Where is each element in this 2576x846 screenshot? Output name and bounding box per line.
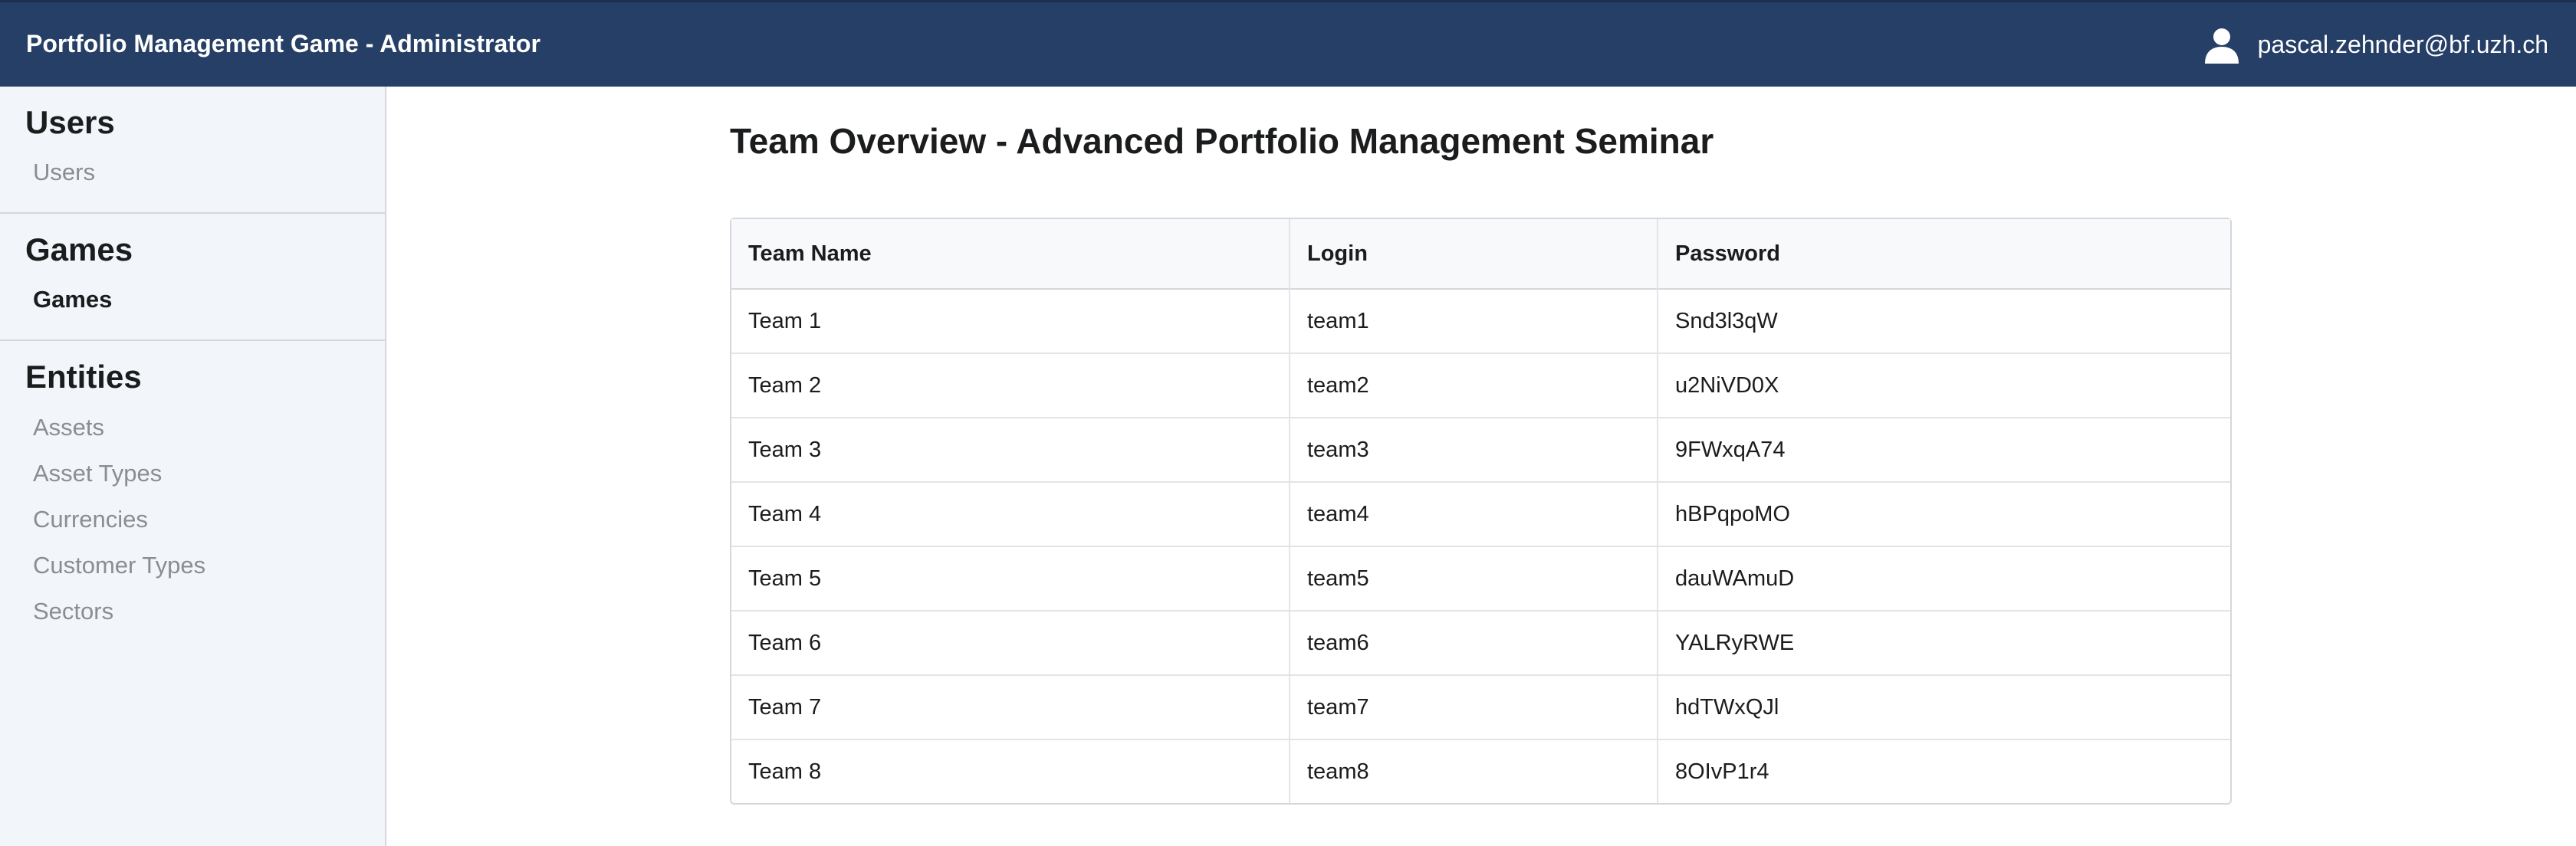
sidebar-heading: Users — [25, 104, 115, 140]
sidebar-heading: Games — [25, 231, 133, 268]
login-cell: team2 — [1290, 354, 1658, 418]
page-title: Team Overview - Advanced Portfolio Manag… — [730, 121, 1714, 161]
login-cell: team1 — [1290, 290, 1658, 354]
table-row: Team 6 team6 YALRyRWE — [731, 612, 2230, 676]
team-name-cell: Team 7 — [731, 676, 1290, 740]
sidebar-item-assets[interactable]: Assets — [0, 405, 385, 451]
team-name-cell: Team 3 — [731, 418, 1290, 483]
password-cell: YALRyRWE — [1658, 612, 2230, 676]
table-row: Team 2 team2 u2NiVD0X — [731, 354, 2230, 418]
team-name-cell: Team 6 — [731, 612, 1290, 676]
table-row: Team 3 team3 9FWxqA74 — [731, 418, 2230, 483]
team-name-cell: Team 8 — [731, 740, 1290, 803]
team-name-cell: Team 1 — [731, 290, 1290, 354]
password-cell: 8OIvP1r4 — [1675, 759, 1769, 784]
team-name-cell: Team 5 — [731, 547, 1290, 612]
sidebar-item-customer-types[interactable]: Customer Types — [0, 543, 385, 589]
user-menu[interactable]: pascal.zehnder@bf.uzh.ch — [2203, 25, 2548, 64]
team-table: Team Name Login Password Team 1 team1 Sn… — [730, 218, 2232, 805]
table-row: Team 4 team4 hBPqpoMO — [731, 483, 2230, 547]
table-row: Team 5 team5 dauWAmuD — [731, 547, 2230, 612]
team-name-cell: Team 2 — [731, 354, 1290, 418]
top-navbar: Portfolio Management Game - Administrato… — [0, 0, 2576, 87]
user-icon — [2204, 28, 2239, 64]
main-content: Team Overview - Advanced Portfolio Manag… — [386, 87, 2576, 846]
table-row: Team 1 team1 Snd3l3qW — [731, 290, 2230, 354]
table-row: Team 7 team7 hdTWxQJl — [731, 676, 2230, 740]
sidebar: Users Users Games Games Entities Assets … — [0, 87, 386, 846]
sidebar-section-games: Games Games — [0, 214, 385, 342]
sidebar-item-users[interactable]: Users — [0, 149, 385, 195]
login-cell: team7 — [1290, 676, 1658, 740]
password-cell: u2NiVD0X — [1658, 354, 2230, 418]
sidebar-item-asset-types[interactable]: Asset Types — [0, 451, 385, 497]
password-cell: Snd3l3qW — [1658, 290, 2230, 354]
sidebar-item-games[interactable]: Games — [0, 277, 385, 323]
password-cell: 9FWxqA74 — [1658, 418, 2230, 483]
password-cell: hdTWxQJl — [1658, 676, 2230, 740]
team-name-cell: Team 4 — [731, 483, 1290, 547]
table-row: Team 8 team8 8OIvP1r4 — [731, 740, 2230, 803]
sidebar-item-currencies[interactable]: Currencies — [0, 497, 385, 543]
sidebar-section-users: Users Users — [0, 87, 385, 215]
column-header-login: Login — [1290, 219, 1658, 290]
login-cell: team3 — [1290, 418, 1658, 483]
login-cell: team4 — [1290, 483, 1658, 547]
table-header-row: Team Name Login Password — [731, 219, 2230, 290]
user-email[interactable]: pascal.zehnder@bf.uzh.ch — [2258, 31, 2548, 59]
password-cell: dauWAmuD — [1658, 547, 2230, 612]
sidebar-heading: Entities — [25, 359, 142, 395]
sidebar-section-entities: Entities Assets Asset Types Currencies C… — [0, 341, 385, 651]
app-title[interactable]: Portfolio Management Game - Administrato… — [26, 30, 540, 58]
column-header-team-name: Team Name — [731, 219, 1290, 290]
login-cell: team8 — [1290, 740, 1658, 803]
column-header-password: Password — [1658, 219, 2230, 290]
login-cell: team6 — [1290, 612, 1658, 676]
password-cell: hBPqpoMO — [1658, 483, 2230, 547]
login-cell: team5 — [1290, 547, 1658, 612]
sidebar-item-sectors[interactable]: Sectors — [0, 589, 385, 634]
